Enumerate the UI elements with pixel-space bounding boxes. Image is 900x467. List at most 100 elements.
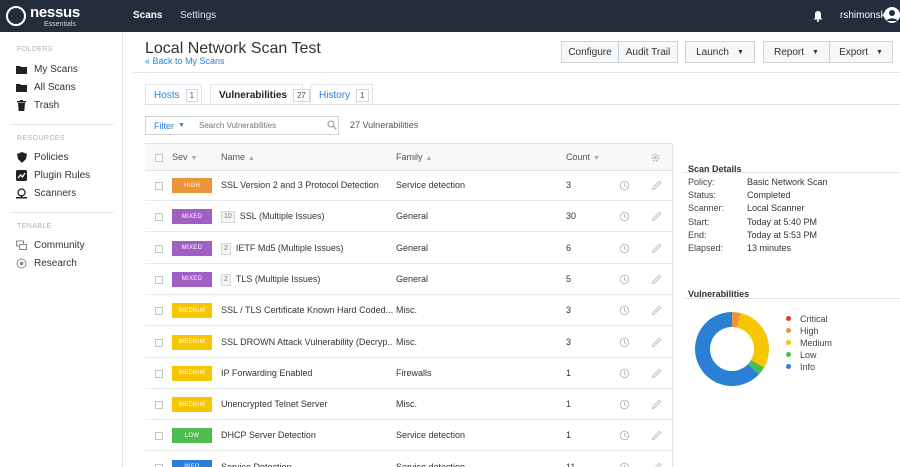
- table-row[interactable]: MEDIUM IP Forwarding Enabled Firewalls 1: [145, 359, 672, 389]
- vulnerability-name[interactable]: IP Forwarding Enabled: [221, 359, 393, 388]
- table-row[interactable]: LOW DHCP Server Detection Service detectio…: [145, 421, 672, 452]
- tab-vulnerabilities[interactable]: Vulnerabilities 27: [210, 84, 310, 105]
- sidebar-item-all-scans[interactable]: All Scans: [16, 80, 76, 94]
- tab-hosts[interactable]: Hosts 1: [145, 84, 202, 105]
- shield-icon: [16, 151, 27, 163]
- column-family[interactable]: Family ▲: [396, 144, 432, 172]
- severity-badge: MIXED: [172, 209, 212, 225]
- row-checkbox[interactable]: [155, 338, 163, 347]
- pencil-icon[interactable]: [651, 180, 662, 191]
- severity-badge: LOW: [172, 428, 212, 444]
- table-row[interactable]: INFO Service DetectionService detection 11: [145, 453, 672, 467]
- legend-label: Info: [800, 361, 816, 372]
- vulnerability-name[interactable]: SSL / TLS Certificate Known Hard Coded..…: [221, 296, 393, 325]
- row-checkbox[interactable]: [155, 244, 163, 253]
- tabs-divider: [145, 104, 900, 105]
- table-row[interactable]: MIXED 2 TLS (Multiple Issues) General 5: [145, 265, 672, 295]
- launch-button[interactable]: Launch ▼: [685, 41, 755, 63]
- row-checkbox[interactable]: [155, 213, 163, 222]
- clock-icon[interactable]: [619, 337, 630, 348]
- table-row[interactable]: MEDIUM SSL / TLS Certificate Known Hard C…: [145, 296, 672, 327]
- user-avatar-icon[interactable]: [884, 7, 900, 25]
- clock-icon[interactable]: [619, 305, 630, 316]
- filter-button[interactable]: Filter ▼: [145, 116, 194, 135]
- scan-details-divider: [684, 172, 900, 173]
- vulnerability-name[interactable]: Unencrypted Telnet Server: [221, 390, 393, 419]
- pencil-icon[interactable]: [651, 337, 662, 348]
- audit-trail-button[interactable]: Audit Trail: [618, 41, 678, 63]
- report-button[interactable]: Report ▼: [763, 41, 830, 63]
- sidebar-item-policies[interactable]: Policies: [16, 150, 68, 164]
- vulnerability-family: Service detection: [396, 461, 466, 467]
- pencil-icon[interactable]: [651, 211, 662, 222]
- pencil-icon[interactable]: [651, 462, 662, 467]
- search-icon[interactable]: [327, 120, 337, 130]
- row-checkbox[interactable]: [155, 182, 163, 190]
- scanner-icon: [16, 187, 27, 199]
- folder-icon: [16, 64, 27, 75]
- vulnerability-name[interactable]: 10 SSL (Multiple Issues): [221, 202, 393, 231]
- vulnerability-name[interactable]: SSL DROWN Attack Vulnerability (Decryp..…: [221, 328, 393, 357]
- vulnerability-count: 3: [566, 180, 572, 190]
- clock-icon[interactable]: [619, 368, 630, 379]
- sidebar-item-research[interactable]: Research: [16, 256, 77, 270]
- clock-icon[interactable]: [619, 462, 630, 467]
- row-checkbox[interactable]: [155, 275, 163, 284]
- pencil-icon[interactable]: [651, 243, 662, 254]
- sort-icon: ▼: [593, 155, 600, 162]
- vulnerabilities-donut-chart: [695, 312, 769, 386]
- pencil-icon[interactable]: [651, 430, 662, 441]
- pencil-icon[interactable]: [651, 368, 662, 379]
- row-checkbox[interactable]: [155, 307, 163, 316]
- row-checkbox[interactable]: [155, 369, 163, 378]
- configure-button[interactable]: Configure: [561, 41, 619, 63]
- sidebar: FOLDERS My Scans All Scans Trash RESOURC…: [0, 32, 123, 467]
- clock-icon[interactable]: [619, 211, 630, 222]
- username[interactable]: rshimonski: [840, 0, 888, 32]
- table-row[interactable]: MEDIUM Unencrypted Telnet Server Misc. 1: [145, 390, 672, 421]
- table-row[interactable]: MIXED 10 SSL (Multiple Issues) General 30: [145, 202, 672, 233]
- row-checkbox[interactable]: [155, 401, 163, 410]
- clock-icon[interactable]: [619, 399, 630, 410]
- sidebar-item-plugin-rules[interactable]: Plugin Rules: [16, 168, 90, 182]
- vulnerability-name[interactable]: SSL Version 2 and 3 Protocol Detection: [221, 171, 393, 200]
- pencil-icon[interactable]: [651, 399, 662, 410]
- pencil-icon[interactable]: [651, 305, 662, 316]
- back-to-my-scans-link[interactable]: « Back to My Scans: [145, 56, 225, 66]
- nav-scans[interactable]: Scans: [133, 0, 162, 32]
- legend-item-low: Low: [786, 349, 817, 360]
- gear-icon[interactable]: [650, 152, 661, 163]
- nav-settings[interactable]: Settings: [180, 0, 216, 32]
- column-name[interactable]: Name ▲: [221, 144, 255, 172]
- clock-icon[interactable]: [619, 274, 630, 285]
- sidebar-item-my-scans[interactable]: My Scans: [16, 62, 78, 76]
- nessus-logo[interactable]: nessus Essentials: [6, 4, 80, 28]
- table-row[interactable]: MEDIUM SSL DROWN Attack Vulnerability (De…: [145, 328, 672, 358]
- table-row[interactable]: MIXED 2 IETF Md5 (Multiple Issues) General 6: [145, 234, 672, 264]
- export-button[interactable]: Export ▼: [829, 41, 893, 63]
- column-count[interactable]: Count ▼: [566, 144, 600, 172]
- search-vulnerabilities-input[interactable]: [193, 116, 339, 135]
- legend-item-high: High: [786, 325, 819, 336]
- bell-icon[interactable]: [812, 10, 824, 22]
- clock-icon[interactable]: [619, 243, 630, 254]
- vulnerability-name[interactable]: 2 IETF Md5 (Multiple Issues): [221, 234, 393, 263]
- column-sev[interactable]: Sev ▼: [172, 144, 197, 172]
- vulnerability-name[interactable]: Service Detection: [221, 453, 393, 467]
- table-header: Sev ▼ Name ▲ Family ▲ Count ▼: [145, 143, 672, 171]
- select-all-checkbox[interactable]: [155, 154, 163, 162]
- vulnerability-name[interactable]: 2 TLS (Multiple Issues): [221, 265, 393, 294]
- table-row[interactable]: HIGH SSL Version 2 and 3 Protocol Detecti…: [145, 171, 672, 201]
- logo-name: nessus: [30, 3, 80, 21]
- sort-icon: ▲: [425, 155, 433, 162]
- clock-icon[interactable]: [619, 430, 630, 441]
- sidebar-item-trash[interactable]: Trash: [16, 98, 59, 112]
- pencil-icon[interactable]: [651, 274, 662, 285]
- vulnerability-name[interactable]: DHCP Server Detection: [221, 421, 393, 450]
- sidebar-item-scanners[interactable]: Scanners: [16, 186, 76, 200]
- clock-icon[interactable]: [619, 180, 630, 191]
- sidebar-item-community[interactable]: Community: [16, 238, 85, 252]
- tab-history[interactable]: History 1: [310, 84, 373, 105]
- vulnerability-family: Firewalls: [396, 367, 432, 378]
- row-checkbox[interactable]: [155, 432, 163, 441]
